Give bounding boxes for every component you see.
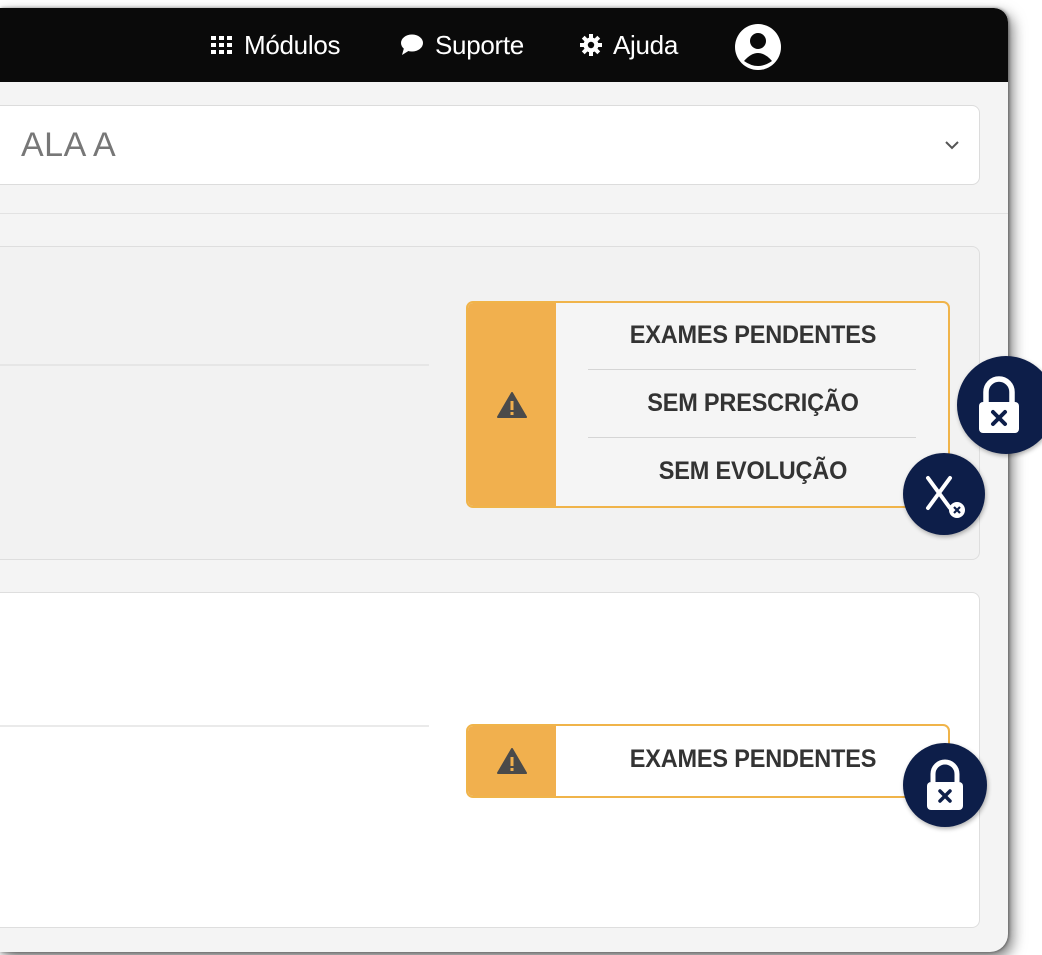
nav-support-label: Suporte <box>435 29 524 60</box>
alert-item: SEM EVOLUÇÃO <box>658 457 848 485</box>
warning-icon <box>497 748 527 774</box>
grid-icon <box>211 36 232 54</box>
alert-item: EXAMES PENDENTES <box>629 321 877 349</box>
alert-separator <box>588 437 916 438</box>
alert-box: EXAMES PENDENTES SEM PRESCRIÇÃO SEM EVOL… <box>466 301 950 508</box>
nav-help-label: Ajuda <box>613 29 678 60</box>
alert-accent-bar <box>468 726 556 796</box>
chevron-down-icon <box>945 141 959 150</box>
lock-icon <box>979 376 1019 433</box>
top-navbar: Módulos Suporte Ajuda <box>0 8 1008 82</box>
card-divider <box>0 725 429 727</box>
alert-accent-bar <box>468 303 556 506</box>
alert-item: EXAMES PENDENTES <box>629 745 877 773</box>
gear-icon <box>580 34 602 56</box>
card-divider <box>0 364 429 366</box>
alert-box: EXAMES PENDENTES <box>466 724 950 798</box>
x-close-icon <box>926 476 965 518</box>
close-button[interactable] <box>903 453 985 535</box>
user-avatar-icon[interactable] <box>735 24 781 70</box>
nav-support[interactable]: Suporte <box>400 8 524 82</box>
lock-button[interactable] <box>903 743 987 827</box>
lock-icon <box>927 759 963 810</box>
ward-select-value: ALA A <box>21 126 117 164</box>
ward-select[interactable]: ALA A <box>0 105 980 185</box>
chat-bubble-icon <box>401 34 423 55</box>
warning-icon <box>497 391 527 418</box>
nav-help[interactable]: Ajuda <box>580 8 678 82</box>
nav-modules-label: Módulos <box>244 29 341 60</box>
nav-modules[interactable]: Módulos <box>211 8 340 82</box>
section-divider <box>0 213 1008 214</box>
alert-item: SEM PRESCRIÇÃO <box>647 389 859 417</box>
app-window: Módulos Suporte Ajuda ALA A EXAMES PENDE… <box>0 8 1008 952</box>
alert-separator <box>588 369 916 370</box>
